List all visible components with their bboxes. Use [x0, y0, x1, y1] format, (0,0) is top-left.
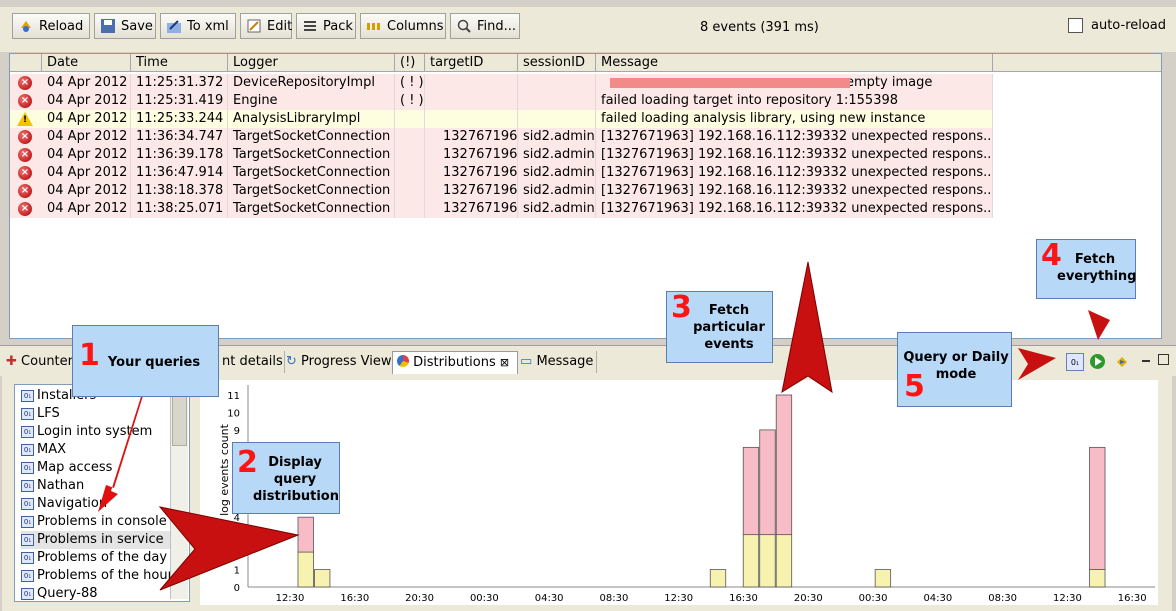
callout-display-distribution: 2 Display query distribution — [232, 442, 340, 514]
callout-your-queries: 1 Your queries — [72, 325, 219, 397]
callout-query-mode: Query or Daily mode 5 — [897, 332, 1012, 407]
arrow-1 — [98, 380, 148, 512]
arrow-3 — [781, 261, 833, 394]
arrow-4 — [1088, 310, 1110, 340]
callout-fetch-particular: 3 Fetch particular events — [666, 290, 773, 363]
arrow-5 — [1018, 348, 1056, 380]
arrow-2 — [158, 506, 300, 591]
annotation-arrows — [98, 261, 1110, 591]
callout-fetch-everything: 4 Fetch everything — [1036, 238, 1136, 299]
